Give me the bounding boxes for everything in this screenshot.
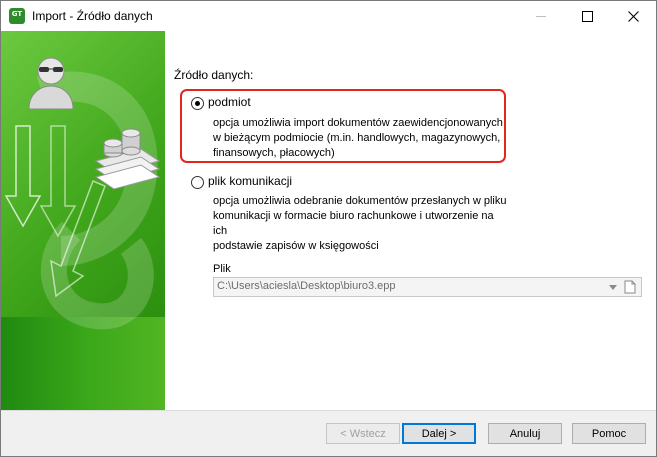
maximize-icon (581, 10, 593, 22)
option-plik-komunikacji-label[interactable]: plik komunikacji (208, 174, 292, 188)
file-path-combo[interactable]: C:\Users\aciesla\Desktop\biuro3.epp (213, 277, 642, 297)
import-dialog: GT Import - Źródło danych Źródło danych:… (0, 0, 657, 457)
minimize-button[interactable] (518, 1, 564, 31)
app-icon: GT (9, 8, 25, 24)
source-label: Źródło danych: (174, 68, 254, 82)
window-title: Import - Źródło danych (32, 9, 153, 23)
chevron-down-icon[interactable] (607, 281, 619, 293)
option-podmiot-label[interactable]: podmiot (208, 95, 251, 109)
option-plik-komunikacji-description: opcja umożliwia odebranie dokumentów prz… (213, 195, 507, 252)
next-button[interactable]: Dalej > (402, 423, 476, 444)
radio-podmiot[interactable] (191, 97, 204, 110)
cancel-button[interactable]: Anuluj (488, 423, 562, 444)
file-path-value: C:\Users\aciesla\Desktop\biuro3.epp (217, 280, 396, 292)
maximize-button[interactable] (564, 1, 610, 31)
banner-illustration (4, 57, 161, 330)
minimize-icon (536, 15, 546, 17)
title-bar[interactable]: GT Import - Źródło danych (1, 1, 656, 31)
main-panel: Źródło danych: podmiot opcja umożliwia i… (165, 31, 656, 410)
wizard-banner (1, 31, 165, 410)
button-bar: < Wstecz Dalej > Anuluj Pomoc (1, 410, 656, 456)
option-podmiot-description: opcja umożliwia import dokumentów zaewid… (213, 117, 503, 159)
radio-selected-dot (195, 101, 200, 106)
close-button[interactable] (610, 1, 656, 31)
file-browse-icon[interactable] (623, 280, 637, 294)
wizard-content: Źródło danych: podmiot opcja umożliwia i… (1, 31, 656, 410)
file-label: Plik (213, 263, 231, 275)
help-button[interactable]: Pomoc (572, 423, 646, 444)
close-icon (627, 10, 639, 22)
back-button[interactable]: < Wstecz (326, 423, 400, 444)
radio-plik-komunikacji[interactable] (191, 176, 204, 189)
